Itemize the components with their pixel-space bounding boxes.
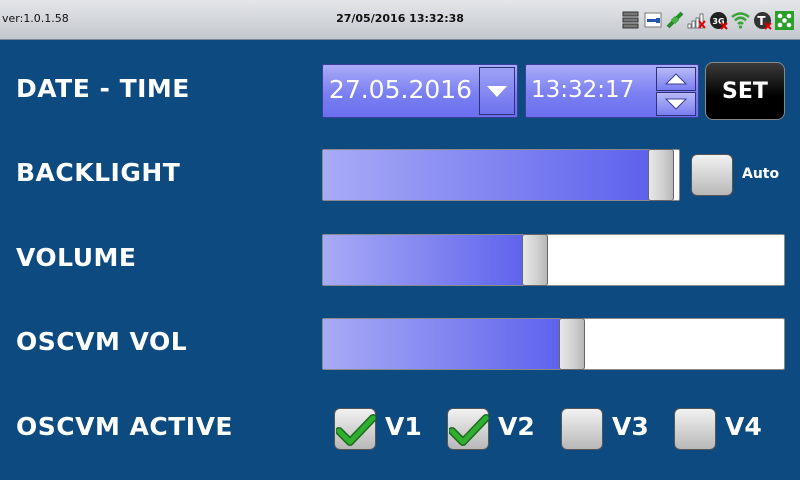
- auto-label: Auto: [742, 166, 780, 182]
- backlight-slider[interactable]: [322, 149, 680, 201]
- v2-label: V2: [498, 412, 535, 441]
- date-value: 27.05.2016: [328, 75, 473, 104]
- oscvm-vol-label: OSCVM VOL: [16, 327, 188, 356]
- satellite-icon: [665, 11, 684, 30]
- time-value: 13:32:17: [531, 77, 635, 103]
- date-field[interactable]: 27.05.2016: [322, 64, 518, 118]
- oscvm-vol-slider[interactable]: [322, 318, 785, 370]
- status-icons: 3G T: [621, 9, 794, 31]
- volume-label: VOLUME: [16, 243, 137, 272]
- v4-checkbox[interactable]: [674, 408, 716, 450]
- volume-slider-thumb[interactable]: [522, 234, 549, 286]
- v2-checkbox[interactable]: [447, 408, 489, 450]
- chevron-down-icon: [487, 86, 507, 97]
- checkmark-icon: [449, 414, 489, 446]
- network-icon: [775, 10, 794, 30]
- date-time-label: DATE - TIME: [16, 74, 190, 103]
- v3-label: V3: [612, 412, 649, 441]
- status-bar: ver:1.0.1.58 27/05/2016 13:32:38 3G T: [0, 0, 800, 40]
- backlight-auto-checkbox[interactable]: [691, 154, 733, 196]
- time-field[interactable]: 13:32:17: [525, 64, 699, 118]
- v3-checkbox[interactable]: [561, 408, 603, 450]
- v1-checkbox[interactable]: [334, 408, 376, 450]
- svg-text:T: T: [757, 14, 766, 28]
- 3g-icon: 3G: [709, 11, 728, 30]
- signal-icon: [687, 11, 706, 30]
- tx-icon: T: [753, 11, 772, 30]
- wifi-icon: [731, 11, 750, 30]
- set-button[interactable]: SET: [705, 62, 785, 120]
- volume-slider-fill: [323, 235, 536, 285]
- oscvm-active-label: OSCVM ACTIVE: [16, 412, 234, 441]
- arrow-up-icon: [665, 73, 687, 85]
- volume-slider[interactable]: [322, 234, 785, 286]
- backlight-slider-thumb[interactable]: [648, 149, 675, 201]
- storage-icon: [621, 11, 640, 30]
- v1-label: V1: [385, 412, 422, 441]
- backlight-slider-fill: [323, 150, 662, 200]
- oscvm-vol-slider-fill: [323, 319, 572, 369]
- date-dropdown-button[interactable]: [479, 67, 515, 115]
- time-up-button[interactable]: [656, 67, 696, 91]
- v4-label: V4: [725, 412, 762, 441]
- usb-icon: [643, 11, 662, 30]
- backlight-label: BACKLIGHT: [16, 158, 181, 187]
- time-down-button[interactable]: [656, 92, 696, 116]
- checkmark-icon: [336, 414, 376, 446]
- oscvm-vol-slider-thumb[interactable]: [558, 318, 585, 370]
- arrow-down-icon: [665, 98, 687, 110]
